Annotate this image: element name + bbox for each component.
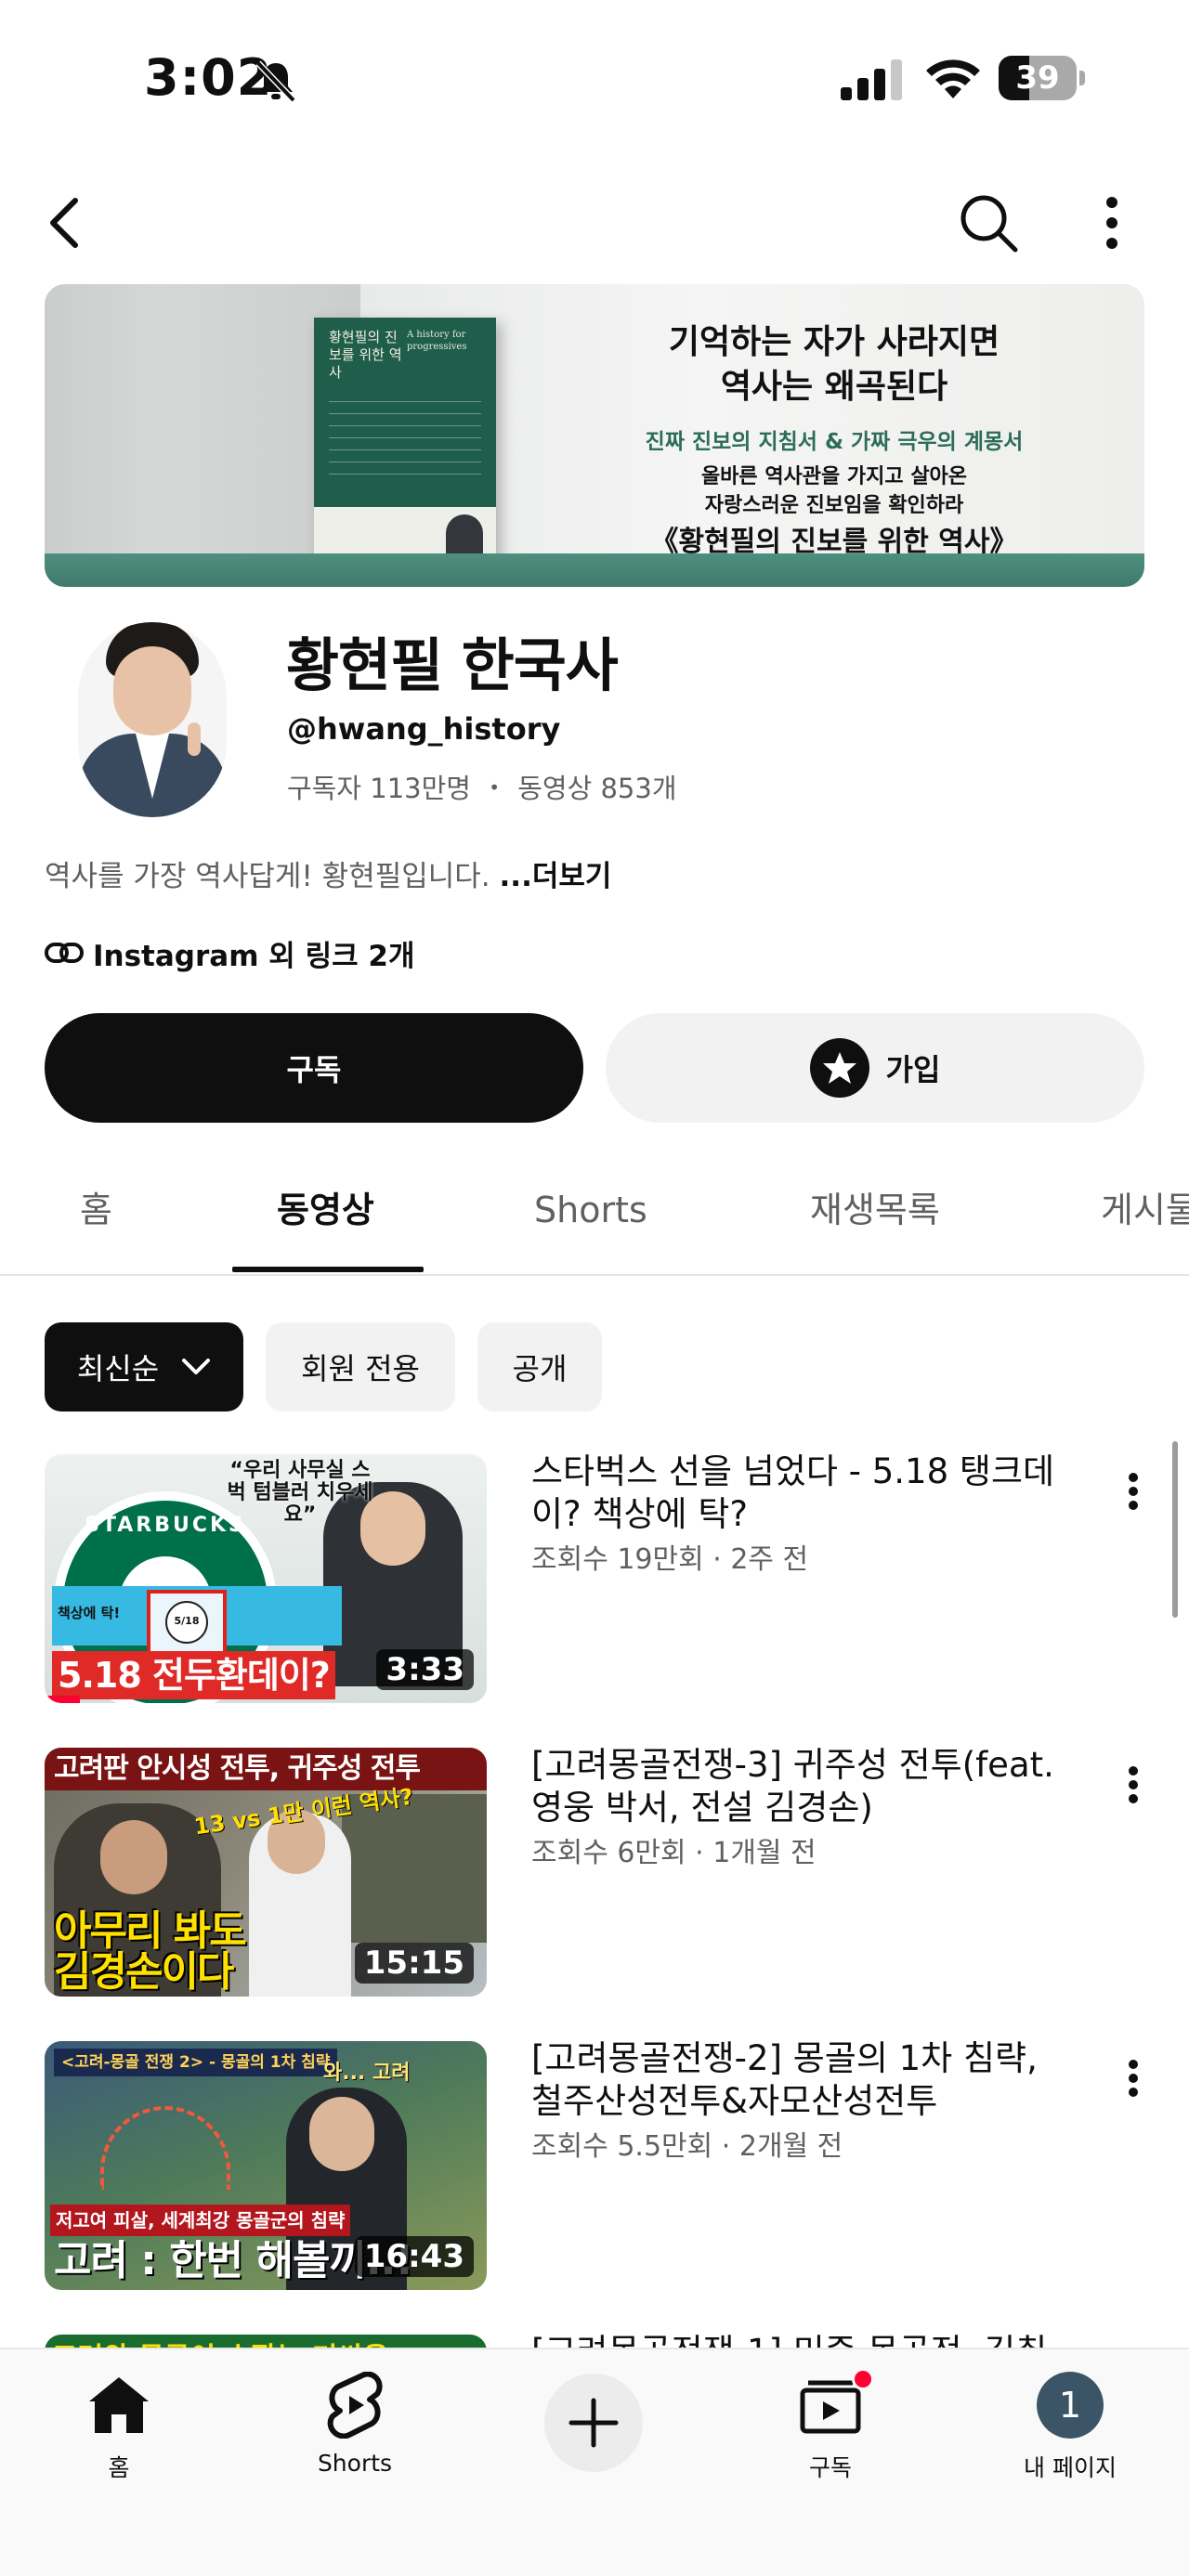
more-vertical-icon [1129, 1473, 1138, 1510]
channel-description[interactable]: 역사를 가장 역사답게! 황현필입니다. ...더보기 [45, 852, 611, 894]
more-options-button[interactable] [1075, 186, 1149, 260]
channel-handle: @hwang_history [287, 711, 561, 747]
cell-signal-icon [841, 59, 902, 100]
channel-avatar[interactable] [78, 622, 227, 817]
link-icon [45, 943, 84, 963]
star-icon [809, 1038, 869, 1098]
video-duration: 15:15 [354, 1943, 474, 1984]
channel-stats: 구독자 113만명 • 동영상 853개 [287, 773, 677, 804]
search-icon [960, 195, 1018, 253]
channel-banner: 황현필의 진보를 위한 역사 A history for progressive… [45, 284, 1144, 587]
more-vertical-icon [1129, 2060, 1138, 2097]
video-menu-button[interactable] [1115, 1757, 1152, 1813]
members-only-chip[interactable]: 회원 전용 [266, 1322, 455, 1412]
status-bar: 3:02 39 [0, 0, 1189, 149]
public-chip[interactable]: 공개 [477, 1322, 602, 1412]
back-arrow-icon [50, 198, 78, 248]
video-thumbnail[interactable]: <고려-몽골 전쟁 2> - 몽골의 1차 침략 와... 고려 저고여 피살,… [45, 2041, 487, 2290]
create-button[interactable] [544, 2374, 643, 2472]
tab-home[interactable]: 홈 [80, 1148, 112, 1274]
shorts-icon [327, 2372, 383, 2439]
chevron-down-icon [182, 1359, 211, 1374]
more-link[interactable]: ...더보기 [500, 860, 612, 893]
more-vertical-icon [1106, 197, 1117, 249]
notification-dot [852, 2368, 874, 2390]
more-vertical-icon [1129, 1766, 1138, 1803]
book-cover-subtitle: A history for progressives [407, 330, 467, 352]
book-cover: 황현필의 진보를 위한 역사 A history for progressive… [314, 318, 496, 566]
video-menu-button[interactable] [1115, 2050, 1152, 2106]
video-thumbnail[interactable]: 고려판 안시성 전투, 귀주성 전투 13 vs 1만 이런 역사? 아무리 봐… [45, 1748, 487, 1997]
app-header [0, 167, 1189, 279]
tab-shorts[interactable]: Shorts [534, 1148, 647, 1274]
channel-links[interactable]: Instagram 외 링크 2개 [45, 932, 415, 973]
sort-chip[interactable]: 최신순 [45, 1322, 243, 1412]
video-thumbnail[interactable]: STARBUCKS 책상에 탁! 5/18 “우리 사무실 스벅 텀블러 치우세… [45, 1454, 487, 1703]
video-item[interactable]: STARBUCKS 책상에 탁! 5/18 “우리 사무실 스벅 텀블러 치우세… [45, 1451, 1144, 1705]
bell-off-icon [255, 60, 296, 103]
video-duration: 16:43 [354, 2236, 474, 2277]
video-meta: 조회수 19만회 · 2주 전 [531, 1543, 809, 1576]
active-tab-indicator [232, 1267, 424, 1272]
tab-posts[interactable]: 게시물 [1101, 1148, 1189, 1274]
tab-videos[interactable]: 동영상 [277, 1148, 374, 1274]
scrollbar[interactable] [1172, 1441, 1178, 1618]
subscribe-button[interactable]: 구독 [45, 1013, 583, 1123]
video-meta: 조회수 5.5만회 · 2개월 전 [531, 2130, 843, 2163]
video-title[interactable]: [고려몽골전쟁-2] 몽골의 1차 침략, 철주산성전투&자모산성전투 [531, 2037, 1070, 2123]
book-cover-title: 황현필의 진보를 위한 역사 [329, 329, 402, 381]
back-button[interactable] [28, 186, 102, 260]
nav-subscriptions[interactable]: 구독 [738, 2349, 923, 2489]
nav-home[interactable]: 홈 [26, 2349, 212, 2489]
subscriber-count: 구독자 113만명 [287, 773, 471, 804]
search-button[interactable] [951, 186, 1026, 260]
home-icon [89, 2377, 149, 2433]
channel-tabs: 홈 동영상 Shorts 재생목록 게시물 [0, 1148, 1189, 1276]
user-avatar: 1 [1037, 2372, 1104, 2439]
watch-progress-bar [45, 1696, 81, 1703]
video-count: 동영상 853개 [517, 773, 677, 804]
video-menu-button[interactable] [1115, 1464, 1152, 1519]
video-duration: 3:33 [376, 1649, 474, 1690]
nav-shorts[interactable]: Shorts [262, 2349, 448, 2489]
banner-headline: 기억하는 자가 사라지면 역사는 왜곡된다 [668, 322, 1000, 406]
bottom-navigation: 홈 Shorts 구독 1 내 페이지 [0, 2348, 1189, 2576]
battery-percent: 39 [1015, 59, 1060, 97]
video-meta: 조회수 6만회 · 1개월 전 [531, 1837, 817, 1869]
join-button[interactable]: 가입 [606, 1013, 1144, 1123]
banner-body: 올바른 역사관을 가지고 살아온 자랑스러운 진보임을 확인하라 [700, 465, 968, 517]
channel-name: 황현필 한국사 [286, 631, 619, 699]
battery-indicator: 39 [999, 56, 1086, 100]
video-title[interactable]: 스타벅스 선을 넘었다 - 5.18 탱크데이? 책상에 탁? [531, 1451, 1070, 1536]
nav-you[interactable]: 1 내 페이지 [977, 2349, 1163, 2489]
tab-playlists[interactable]: 재생목록 [810, 1148, 940, 1274]
banner-tagline: 진짜 진보의 지침서 & 가짜 극우의 계몽서 [645, 430, 1024, 454]
video-item[interactable]: <고려-몽골 전쟁 2> - 몽골의 1차 침략 와... 고려 저고여 피살,… [45, 2038, 1144, 2292]
plus-icon [568, 2398, 619, 2448]
video-item[interactable]: 고려판 안시성 전투, 귀주성 전투 13 vs 1만 이런 역사? 아무리 봐… [45, 1745, 1144, 1998]
wifi-icon [926, 59, 980, 98]
video-title[interactable]: [고려몽골전쟁-3] 귀주성 전투(feat. 영웅 박서, 전설 김경손) [531, 1744, 1070, 1829]
